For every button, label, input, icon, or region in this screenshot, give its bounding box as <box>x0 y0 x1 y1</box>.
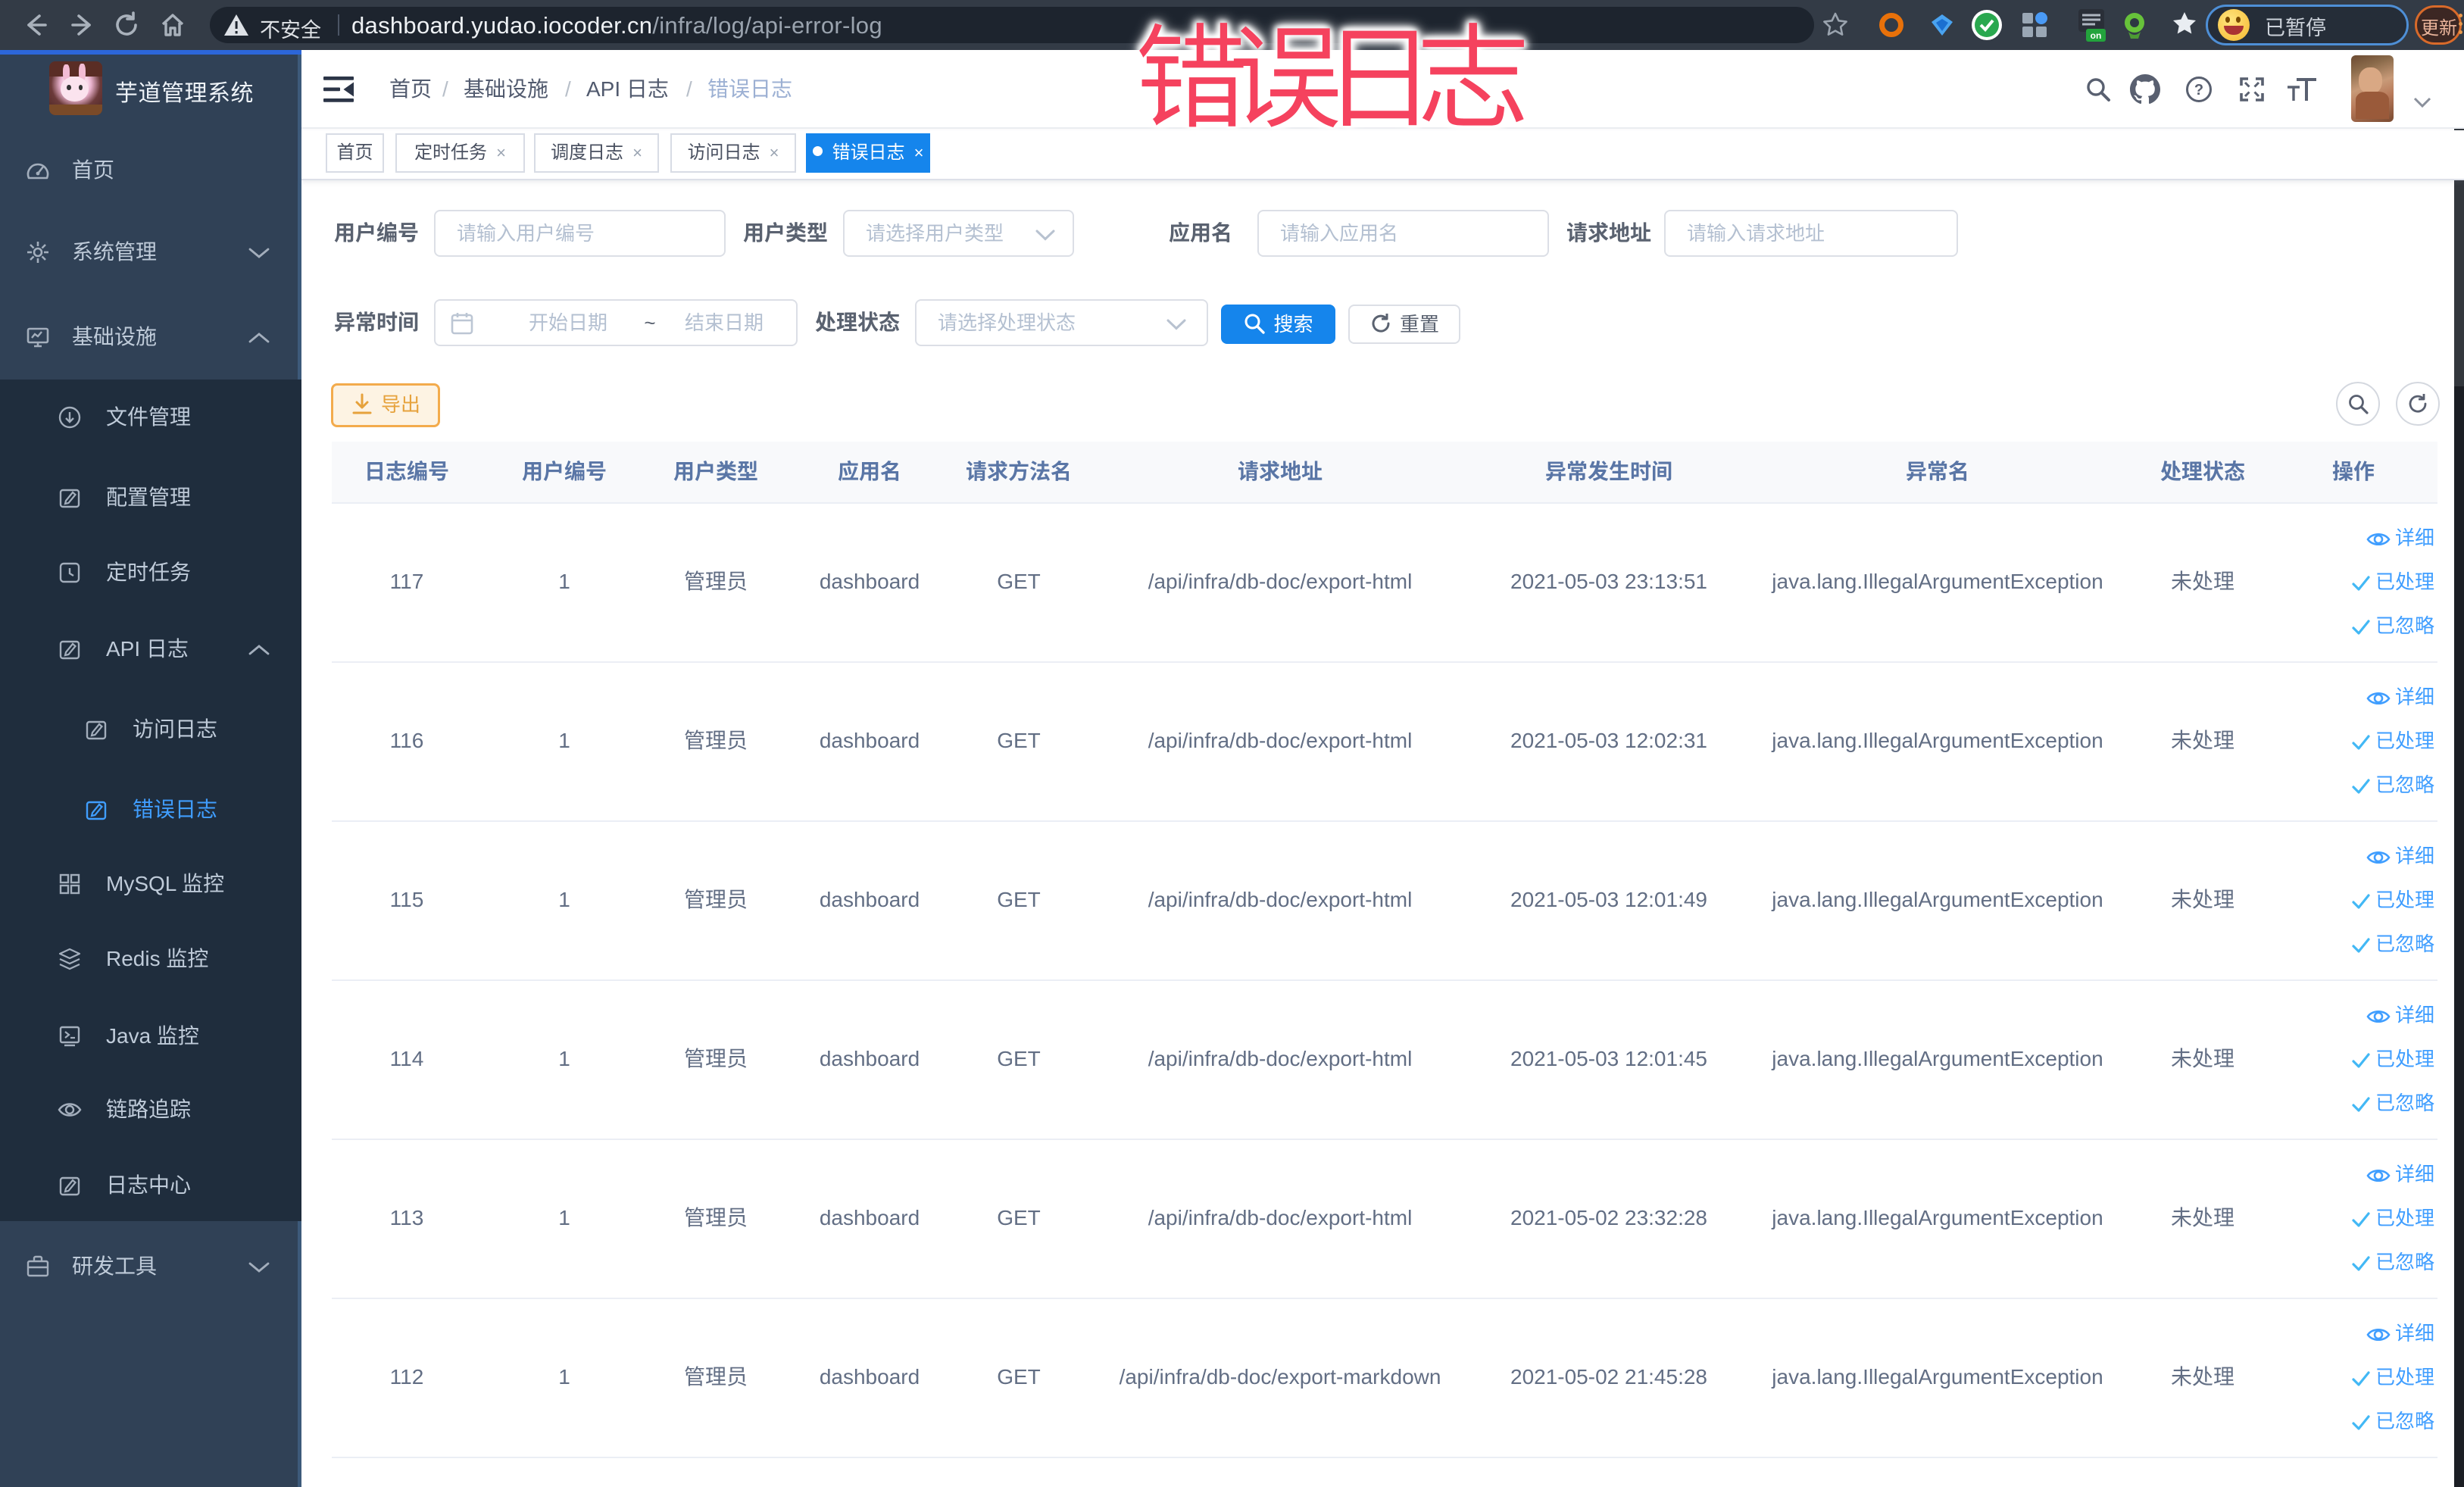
svg-text:?: ? <box>2194 82 2203 98</box>
svg-text:on: on <box>2091 30 2102 41</box>
